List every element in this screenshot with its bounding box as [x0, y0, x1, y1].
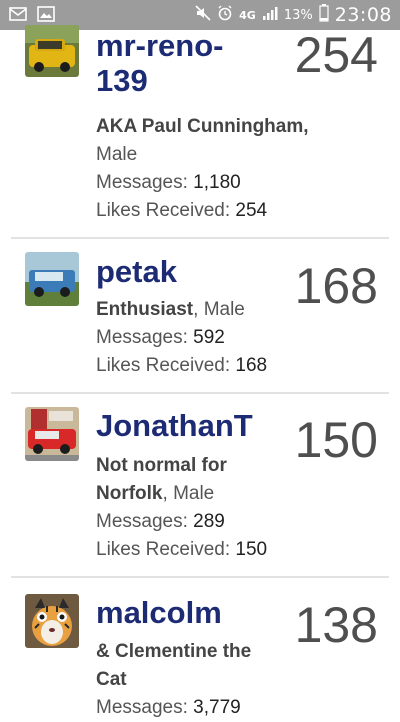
clock: 23:08 [334, 4, 392, 26]
messages-count: 1,180 [193, 172, 241, 193]
avatar[interactable] [25, 25, 79, 77]
user-gender: Male [96, 144, 138, 165]
network-type-label: 4G [239, 8, 256, 22]
messages-label: Messages: [96, 511, 188, 532]
avatar[interactable] [25, 594, 79, 648]
email-notification-icon [9, 6, 27, 22]
member-info: AKA Paul Cunningham, Male Messages: 1,18… [96, 116, 309, 221]
messages-count: 3,779 [193, 697, 241, 718]
score: 138 [294, 597, 378, 653]
user-gender: Male [203, 299, 245, 320]
user-title-line2: Cat [96, 669, 127, 690]
member-info: Not normal for Norfolk, Male Messages: 2… [96, 452, 267, 564]
likes-count: 150 [235, 539, 268, 560]
mute-icon [195, 5, 211, 25]
divider [11, 392, 389, 394]
messages-count: 592 [193, 327, 225, 348]
messages-count: 289 [193, 511, 225, 532]
messages-label: Messages: [96, 172, 188, 193]
gallery-notification-icon [37, 6, 55, 22]
likes-count: 254 [235, 200, 268, 221]
likes-label: Likes Received: [96, 539, 231, 560]
member-info: Enthusiast, Male Messages: 592 Likes Rec… [96, 299, 268, 376]
username[interactable]: JonathanT [96, 408, 253, 443]
score: 150 [294, 412, 378, 468]
signal-icon [262, 5, 278, 25]
user-title: AKA Paul Cunningham [96, 116, 304, 137]
member-info: & Clementine the Cat Messages: 3,779 [96, 638, 251, 722]
divider [11, 576, 389, 578]
battery-percent: 13% [283, 7, 313, 23]
user-title: Enthusiast [96, 299, 194, 320]
avatar[interactable] [25, 407, 79, 461]
user-title-line2: Norfolk [96, 483, 163, 504]
avatar[interactable] [25, 252, 79, 306]
divider [11, 237, 389, 239]
username[interactable]: malcolm [96, 595, 222, 630]
score: 168 [294, 258, 378, 314]
username[interactable]: mr-reno- 139 [96, 28, 223, 98]
user-title-line1: Not normal for [96, 455, 227, 476]
battery-icon [319, 4, 329, 26]
messages-label: Messages: [96, 327, 188, 348]
likes-label: Likes Received: [96, 355, 231, 376]
alarm-icon [217, 5, 233, 25]
likes-label: Likes Received: [96, 200, 231, 221]
likes-count: 168 [235, 355, 268, 376]
user-title-line1: & Clementine the [96, 641, 252, 662]
user-gender: Male [173, 483, 215, 504]
score: 254 [294, 27, 378, 83]
messages-label: Messages: [96, 697, 188, 718]
username[interactable]: petak [96, 254, 177, 289]
